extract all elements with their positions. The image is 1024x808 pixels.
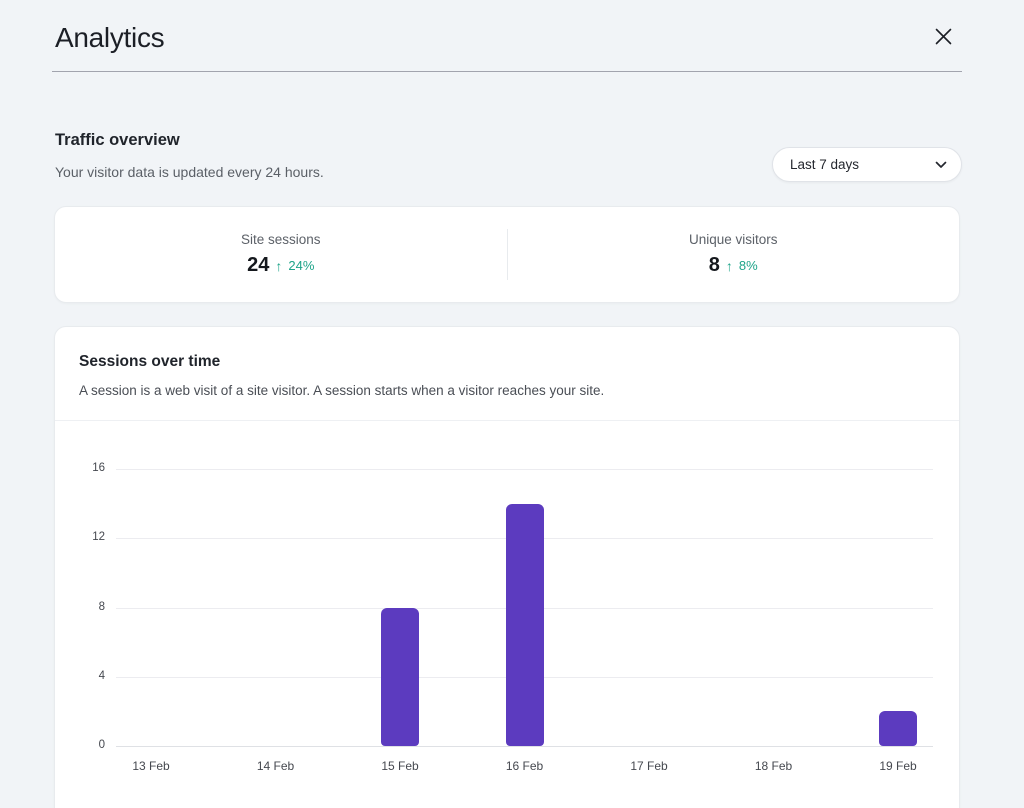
page-title: Analytics [55,22,164,54]
chart-title: Sessions over time [79,353,220,371]
trend-up-arrow-icon: ↑ [726,258,733,274]
stat-delta: 24% [288,258,314,273]
y-tick-label: 8 [61,601,105,613]
traffic-overview-heading: Traffic overview [55,131,180,150]
close-button[interactable] [928,21,958,51]
x-tick-label: 16 Feb [490,759,560,773]
x-tick-label: 18 Feb [739,759,809,773]
date-range-value: Last 7 days [790,157,935,172]
stat-site-sessions: Site sessions 24 ↑ 24% [55,207,507,302]
stat-label: Site sessions [241,232,321,247]
x-tick-label: 13 Feb [116,759,186,773]
gridline [116,469,933,470]
analytics-panel: Analytics Traffic overview Your visitor … [0,0,1024,808]
bar [879,711,917,746]
y-tick-label: 12 [61,531,105,543]
stats-card: Site sessions 24 ↑ 24% Unique visitors 8… [54,206,960,303]
gridline [116,746,933,747]
stat-value: 24 [247,254,269,277]
stat-unique-visitors: Unique visitors 8 ↑ 8% [508,207,960,302]
chart-header-divider [55,420,959,421]
sessions-chart-card: Sessions over time A session is a web vi… [54,326,960,808]
header-divider [52,71,962,72]
trend-up-arrow-icon: ↑ [275,258,282,274]
y-tick-label: 0 [61,739,105,751]
date-range-select[interactable]: Last 7 days [772,147,962,182]
x-tick-label: 14 Feb [241,759,311,773]
close-icon [935,28,952,45]
x-tick-label: 15 Feb [365,759,435,773]
x-tick-label: 17 Feb [614,759,684,773]
bar [506,504,544,746]
bar [381,608,419,747]
stat-delta: 8% [739,258,758,273]
stat-value: 8 [709,254,720,277]
x-tick-label: 19 Feb [863,759,933,773]
stat-label: Unique visitors [689,232,778,247]
traffic-overview-subtitle: Your visitor data is updated every 24 ho… [55,164,324,180]
chevron-down-icon [935,161,947,169]
chart-description: A session is a web visit of a site visit… [79,383,604,398]
y-tick-label: 4 [61,670,105,682]
sessions-bar-chart: 048121613 Feb14 Feb15 Feb16 Feb17 Feb18 … [116,469,933,746]
y-tick-label: 16 [61,462,105,474]
